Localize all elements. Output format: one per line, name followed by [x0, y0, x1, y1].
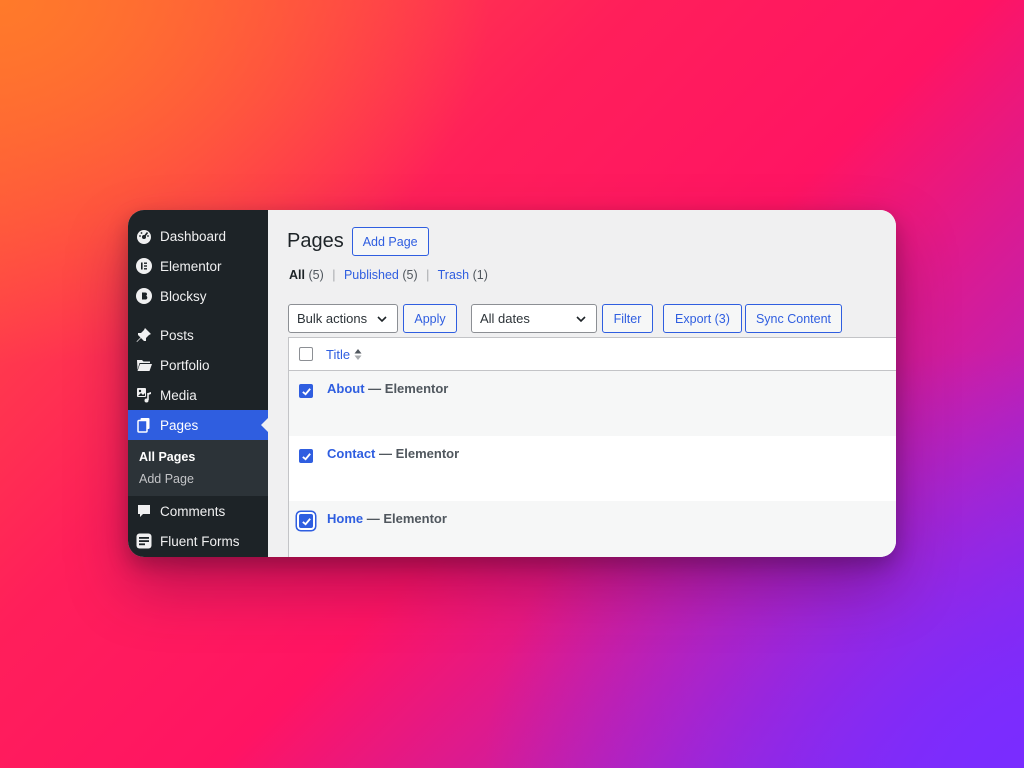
checkmark-icon [301, 387, 311, 396]
submenu-all-pages[interactable]: All Pages [128, 446, 268, 468]
add-page-button[interactable]: Add Page [351, 227, 429, 256]
dates-value: All dates [480, 311, 530, 326]
sidebar-item-dashboard[interactable]: Dashboard [128, 221, 268, 251]
pages-submenu: All Pages Add Page [128, 440, 268, 496]
table-row: Contact — Elementor [289, 436, 896, 501]
dashboard-icon [136, 228, 152, 244]
page-title: Pages [287, 230, 344, 252]
view-all[interactable]: All [289, 268, 305, 282]
title-row: Pages Add Page [287, 227, 429, 256]
blocksy-icon [136, 288, 152, 304]
sidebar-item-label: Blocksy [160, 288, 207, 304]
dates-select[interactable]: All dates [471, 304, 597, 333]
table-row: Home — Elementor [289, 501, 896, 557]
view-published-count: (5) [402, 268, 418, 282]
sidebar-item-label: Media [160, 387, 197, 403]
sidebar-item-media[interactable]: Media [128, 380, 268, 410]
pin-icon [136, 327, 152, 343]
wp-admin-window: Dashboard Elementor Blocksy Posts Portfo… [128, 210, 896, 557]
pages-table: Title About — Elementor Contact — Elemen… [288, 337, 896, 557]
row-checkbox[interactable] [299, 514, 313, 528]
sidebar-item-fluent-forms[interactable]: Fluent Forms [128, 526, 268, 556]
sidebar-item-label: Portfolio [160, 357, 210, 373]
view-separator: | [426, 268, 430, 282]
table-row: About — Elementor [289, 371, 896, 436]
view-filters: All (5) | Published (5) | Trash (1) [289, 268, 488, 282]
filter-button[interactable]: Filter [602, 304, 653, 333]
view-separator: | [332, 268, 336, 282]
title-column-label: Title [326, 346, 351, 362]
sort-icon [354, 348, 362, 360]
elementor-icon [136, 258, 152, 274]
comment-icon [136, 503, 152, 519]
title-column-header[interactable]: Title [326, 347, 362, 362]
pages-icon [136, 417, 152, 433]
table-header: Title [289, 337, 896, 371]
row-title: Contact — Elementor [327, 446, 459, 461]
page-title-link[interactable]: About [327, 381, 365, 396]
page-title-link[interactable]: Contact [327, 446, 375, 461]
sidebar-item-label: Comments [160, 503, 226, 519]
folder-icon [136, 357, 152, 373]
chevron-down-icon [377, 316, 387, 323]
apply-button[interactable]: Apply [403, 304, 457, 333]
select-all-checkbox[interactable] [299, 347, 313, 361]
sidebar-item-posts[interactable]: Posts [128, 320, 268, 350]
row-title: About — Elementor [327, 381, 448, 396]
sidebar-item-comments[interactable]: Comments [128, 496, 268, 526]
view-published[interactable]: Published [344, 268, 399, 282]
sidebar-item-label: Fluent Forms [160, 533, 240, 549]
sidebar-item-label: Dashboard [160, 228, 227, 244]
view-trash-count: (1) [472, 268, 488, 282]
page-state: — Elementor [364, 381, 449, 396]
row-title: Home — Elementor [327, 511, 447, 526]
page-state: — Elementor [375, 446, 460, 461]
sidebar-item-label: Pages [160, 417, 199, 433]
row-checkbox[interactable] [299, 449, 313, 463]
page-state: — Elementor [363, 511, 447, 526]
sidebar-item-label: Elementor [160, 258, 222, 274]
bulk-actions-select[interactable]: Bulk actions [288, 304, 398, 333]
admin-sidebar: Dashboard Elementor Blocksy Posts Portfo… [128, 210, 268, 557]
sync-content-button[interactable]: Sync Content [745, 304, 842, 333]
sidebar-item-label: Posts [160, 327, 194, 343]
sidebar-item-pages[interactable]: Pages [128, 410, 268, 440]
forms-icon [136, 533, 152, 549]
view-trash[interactable]: Trash [438, 268, 470, 282]
checkmark-icon [301, 517, 311, 526]
sidebar-item-portfolio[interactable]: Portfolio [128, 350, 268, 380]
media-icon [136, 387, 152, 403]
chevron-down-icon [576, 316, 586, 323]
submenu-add-page[interactable]: Add Page [128, 468, 268, 490]
checkmark-icon [301, 452, 311, 461]
bulk-actions-value: Bulk actions [297, 311, 368, 326]
main-content: Pages Add Page All (5) | Published (5) |… [268, 210, 896, 557]
row-checkbox[interactable] [299, 384, 313, 398]
view-all-count: (5) [308, 268, 324, 282]
export-button[interactable]: Export (3) [663, 304, 742, 333]
sidebar-item-blocksy[interactable]: Blocksy [128, 281, 268, 311]
page-title-link[interactable]: Home [327, 511, 363, 526]
sidebar-item-elementor[interactable]: Elementor [128, 251, 268, 281]
